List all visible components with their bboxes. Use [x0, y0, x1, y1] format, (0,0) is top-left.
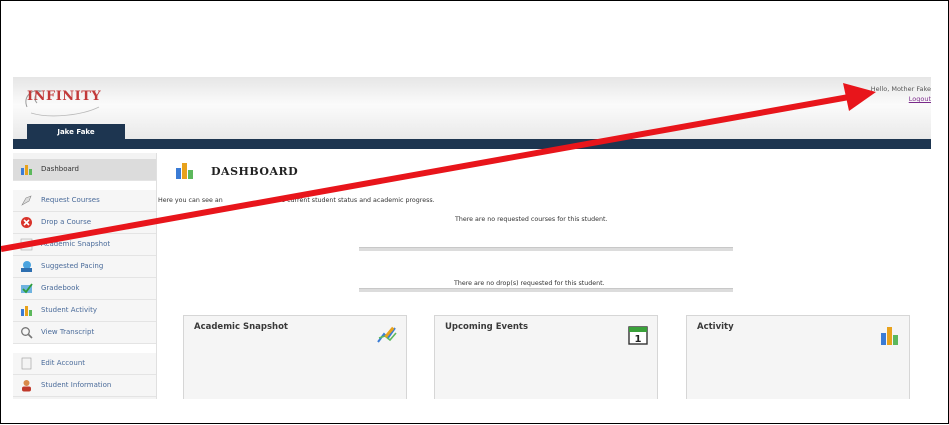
nav-bar: [13, 139, 931, 149]
document-frame: INFINITY Hello, Mother Fake Logout Jake …: [0, 0, 949, 424]
divider: [359, 247, 733, 251]
page-title: DASHBOARD: [211, 165, 299, 178]
view-transcript-icon: [21, 327, 33, 339]
card-activity[interactable]: Activity: [686, 315, 910, 399]
student-information-icon: [22, 380, 31, 392]
drop-requests-message: There are no drop(s) requested for this …: [454, 280, 605, 287]
edit-account-icon: [21, 357, 32, 370]
suggested-pacing-icon: [21, 261, 32, 272]
dashboard-icon: [21, 165, 32, 175]
sidebar-item-gradebook[interactable]: Gradebook: [13, 278, 156, 300]
screenshot: INFINITY Hello, Mother Fake Logout Jake …: [13, 77, 931, 399]
sidebar-item-label: Student Activity: [41, 306, 97, 314]
sidebar-item-request-courses[interactable]: Request Courses: [13, 190, 156, 212]
card-title: Activity: [697, 322, 734, 332]
sidebar-item-edit-account[interactable]: Edit Account: [13, 353, 156, 375]
sidebar-item-label: Dashboard: [41, 165, 79, 173]
sidebar-item-label: Edit Account: [41, 359, 86, 367]
tab-student[interactable]: Jake Fake: [27, 124, 125, 140]
request-courses-icon: [21, 195, 32, 206]
calendar-icon: 1: [628, 326, 648, 345]
chart-pencil-icon: [377, 326, 397, 343]
academic-snapshot-icon: [20, 238, 33, 251]
requested-courses-message: There are no requested courses for this …: [455, 216, 608, 223]
card-upcoming-events[interactable]: Upcoming Events 1: [434, 315, 658, 399]
dashboard-title-icon: [176, 163, 193, 179]
drop-course-icon: [21, 217, 32, 228]
sidebar-item-label: Suggested Pacing: [41, 262, 104, 270]
sidebar: Dashboard Request Courses Drop a Course …: [13, 153, 157, 399]
sidebar-item-dashboard[interactable]: Dashboard: [13, 159, 156, 181]
bar-chart-icon: [881, 327, 898, 345]
sidebar-item-drop-course[interactable]: Drop a Course: [13, 212, 156, 234]
gradebook-icon: [21, 283, 33, 294]
sidebar-item-view-transcript[interactable]: View Transcript: [13, 322, 156, 344]
sidebar-item-student-information[interactable]: Student Information: [13, 375, 156, 397]
logout-link[interactable]: Logout: [871, 94, 931, 104]
intro-text-start: Here you can see an: [158, 197, 223, 204]
sidebar-item-label: Student Information: [41, 381, 112, 389]
sidebar-item-label: Academic Snapshot: [41, 240, 111, 248]
main-content: DASHBOARD Here you can see an the curren…: [158, 153, 931, 399]
user-greeting: Hello, Mother Fake Logout: [871, 84, 931, 104]
student-activity-icon: [21, 306, 32, 316]
sidebar-separator: [13, 181, 156, 190]
greeting-text: Hello, Mother Fake: [870, 85, 931, 93]
sidebar-item-label: Gradebook: [41, 284, 80, 292]
intro-text: Here you can see an the current student …: [158, 197, 435, 204]
logo[interactable]: INFINITY: [27, 89, 101, 104]
sidebar-item-student-activity[interactable]: Student Activity: [13, 300, 156, 322]
calendar-day: 1: [635, 334, 642, 345]
sidebar-item-suggested-pacing[interactable]: Suggested Pacing: [13, 256, 156, 278]
card-title: Upcoming Events: [445, 322, 529, 332]
sidebar-item-academic-snapshot[interactable]: Academic Snapshot: [13, 234, 156, 256]
divider: [359, 288, 733, 292]
sidebar-item-label: Request Courses: [41, 196, 100, 204]
header: INFINITY Hello, Mother Fake Logout Jake …: [13, 77, 931, 140]
card-title: Academic Snapshot: [194, 322, 288, 332]
sidebar-item-label: View Transcript: [41, 328, 95, 336]
card-academic-snapshot[interactable]: Academic Snapshot: [183, 315, 407, 399]
sidebar-separator: [13, 344, 156, 353]
sidebar-item-label: Drop a Course: [41, 218, 92, 226]
intro-text-end: the current student status and academic …: [274, 197, 435, 204]
